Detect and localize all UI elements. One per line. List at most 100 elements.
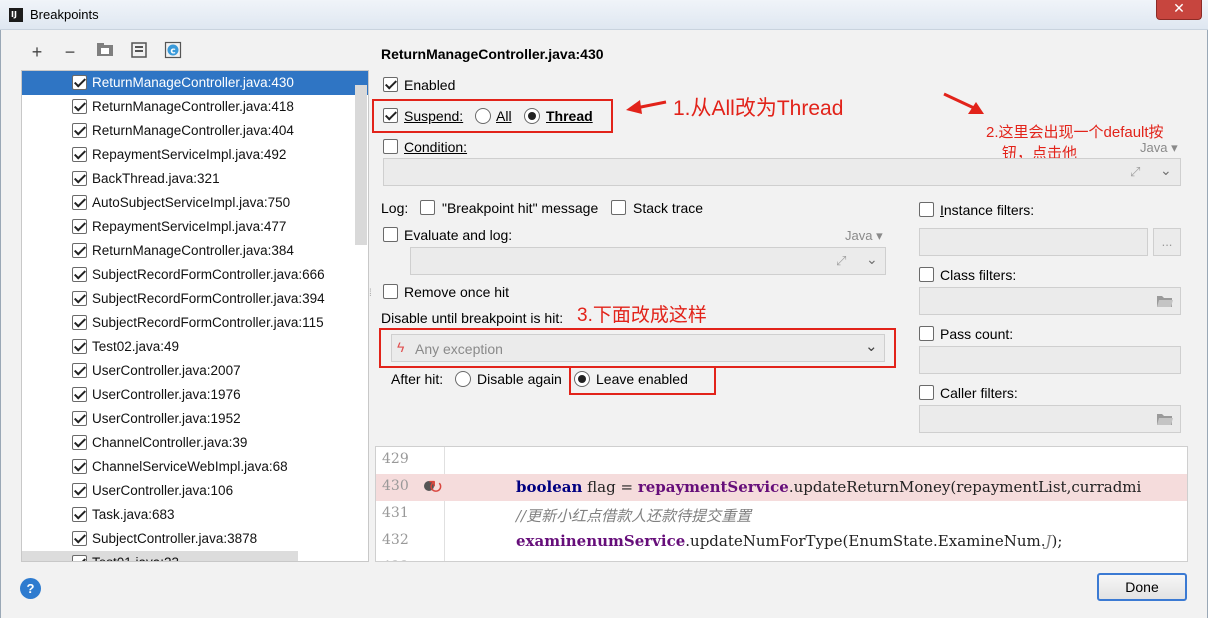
caller-filters-checkbox[interactable]	[919, 385, 934, 400]
code-token: .updateNumForType(EnumState.ExamineNum.	[685, 532, 1046, 550]
breakpoint-list-item[interactable]: RepaymentServiceImpl.java:492	[22, 143, 368, 167]
suspend-all-radio[interactable]	[475, 108, 491, 124]
breakpoint-list-item[interactable]: ReturnManageController.java:418	[22, 95, 368, 119]
breakpoint-list-item[interactable]: ChannelController.java:39	[22, 431, 368, 455]
breakpoint-list-item[interactable]: BackThread.java:321	[22, 167, 368, 191]
breakpoint-enabled-checkbox[interactable]	[72, 507, 87, 522]
instance-filters-checkbox[interactable]	[919, 202, 934, 217]
condition-input[interactable]	[383, 158, 1181, 186]
breakpoint-tree[interactable]: ReturnManageController.java:430 ReturnMan…	[21, 70, 369, 562]
caller-filters-folder-icon[interactable]	[1156, 412, 1174, 426]
breakpoint-enabled-checkbox[interactable]	[72, 75, 87, 90]
code-line: 431 //更新小红点借款人还款待提交重置	[376, 501, 1187, 528]
suspend-indicator-icon: ↻	[428, 477, 444, 498]
disable-until-chevron-down-icon[interactable]: ⌄	[865, 337, 878, 355]
help-button[interactable]: ?	[20, 578, 41, 599]
breakpoint-enabled-checkbox[interactable]	[72, 411, 87, 426]
evaluate-log-checkbox[interactable]	[383, 227, 398, 242]
breakpoint-enabled-checkbox[interactable]	[72, 555, 87, 561]
condition-history-chevron-icon[interactable]: ⌄	[1160, 162, 1172, 179]
enabled-label: Enabled	[404, 77, 456, 93]
splitter-handle[interactable]: ⁞	[369, 288, 372, 299]
breakpoint-list-item[interactable]: Task.java:683	[22, 503, 368, 527]
breakpoint-list-item[interactable]: UserController.java:106	[22, 479, 368, 503]
breakpoint-enabled-checkbox[interactable]	[72, 147, 87, 162]
group-by-package-icon[interactable]	[94, 41, 116, 63]
remove-breakpoint-button[interactable]: −	[59, 41, 81, 63]
breakpoint-enabled-checkbox[interactable]	[72, 291, 87, 306]
group-by-class-icon[interactable]: c	[162, 41, 184, 63]
disable-until-label: Disable until breakpoint is hit:	[381, 310, 564, 326]
breakpoint-list-item[interactable]: UserController.java:1952	[22, 407, 368, 431]
evaluate-log-input[interactable]	[410, 247, 886, 275]
instance-filters-browse-button[interactable]: ...	[1153, 228, 1181, 256]
suspend-thread-radio[interactable]	[524, 108, 540, 124]
log-message-label: "Breakpoint hit" message	[442, 200, 599, 216]
suspend-label: Suspend:	[404, 108, 464, 124]
instance-filters-label: Instance filters:	[940, 202, 1035, 218]
expand-condition-icon[interactable]: ⤢	[1130, 164, 1140, 180]
instance-filters-input[interactable]	[919, 228, 1148, 256]
remove-once-hit-checkbox[interactable]	[383, 284, 398, 299]
pass-count-checkbox[interactable]	[919, 326, 934, 341]
enabled-checkbox[interactable]	[383, 77, 398, 92]
annotation-3: 3.下面改成这样	[577, 305, 707, 326]
done-button[interactable]: Done	[1097, 573, 1187, 601]
breakpoint-enabled-checkbox[interactable]	[72, 195, 87, 210]
pass-count-input[interactable]	[919, 346, 1181, 374]
breakpoint-enabled-checkbox[interactable]	[72, 387, 87, 402]
code-token: //更新小红点借款人还款待提交重置	[516, 507, 752, 525]
leave-enabled-radio[interactable]	[574, 371, 590, 387]
breakpoint-enabled-checkbox[interactable]	[72, 363, 87, 378]
annotation-arrow-2	[943, 92, 984, 114]
suspend-checkbox[interactable]	[383, 108, 398, 123]
breakpoint-list-item[interactable]: Test02.java:49	[22, 335, 368, 359]
breakpoint-enabled-checkbox[interactable]	[72, 123, 87, 138]
breakpoint-enabled-checkbox[interactable]	[72, 315, 87, 330]
class-filters-checkbox[interactable]	[919, 267, 934, 282]
breakpoint-enabled-checkbox[interactable]	[72, 219, 87, 234]
condition-language-select[interactable]: Java ▾	[1140, 140, 1178, 156]
breakpoint-enabled-checkbox[interactable]	[72, 339, 87, 354]
tree-scrollbar[interactable]	[355, 85, 367, 245]
breakpoint-enabled-checkbox[interactable]	[72, 171, 87, 186]
log-message-checkbox[interactable]	[420, 200, 435, 215]
breakpoint-list-item[interactable]: UserController.java:2007	[22, 359, 368, 383]
stack-trace-label: Stack trace	[633, 200, 704, 216]
breakpoint-list-item[interactable]: SubjectRecordFormController.java:666	[22, 263, 368, 287]
caller-filters-input[interactable]	[919, 405, 1181, 433]
evaluate-history-chevron-icon[interactable]: ⌄	[866, 251, 878, 268]
breakpoint-list-item[interactable]: UserController.java:1976	[22, 383, 368, 407]
stack-trace-checkbox[interactable]	[611, 200, 626, 215]
add-breakpoint-button[interactable]: +	[26, 41, 48, 63]
breakpoint-list-item[interactable]: ReturnManageController.java:384	[22, 239, 368, 263]
breakpoint-list-item[interactable]: Test01.java:23	[22, 551, 298, 561]
class-filters-input[interactable]	[919, 287, 1181, 315]
breakpoint-list-item[interactable]: ReturnManageController.java:430	[22, 71, 368, 95]
breakpoint-list-item[interactable]: AutoSubjectServiceImpl.java:750	[22, 191, 368, 215]
breakpoint-list-item[interactable]: ChannelServiceWebImpl.java:68	[22, 455, 368, 479]
class-filters-folder-icon[interactable]	[1156, 294, 1174, 308]
group-by-file-icon[interactable]	[128, 41, 150, 63]
breakpoint-list-item[interactable]: SubjectController.java:3878	[22, 527, 368, 551]
breakpoint-enabled-checkbox[interactable]	[72, 531, 87, 546]
disable-again-radio[interactable]	[455, 371, 471, 387]
breakpoint-enabled-checkbox[interactable]	[72, 483, 87, 498]
breakpoint-enabled-checkbox[interactable]	[72, 435, 87, 450]
close-window-button[interactable]: ✕	[1156, 0, 1202, 20]
breakpoint-enabled-checkbox[interactable]	[72, 243, 87, 258]
breakpoint-list-item[interactable]: ReturnManageController.java:404	[22, 119, 368, 143]
breakpoint-enabled-checkbox[interactable]	[72, 99, 87, 114]
suspend-thread-label: Thread	[546, 108, 593, 124]
condition-checkbox[interactable]	[383, 139, 398, 154]
code-preview[interactable]: 429 430 boolean flag = repaymentService.up…	[375, 446, 1188, 562]
breakpoint-enabled-checkbox[interactable]	[72, 267, 87, 282]
code-line: 430 boolean flag = repaymentService.updat…	[376, 474, 1187, 501]
expand-evaluate-icon[interactable]: ⤢	[836, 253, 846, 269]
breakpoint-label: RepaymentServiceImpl.java:477	[92, 219, 287, 234]
evaluate-language-select[interactable]: Java ▾	[845, 228, 883, 244]
breakpoint-list-item[interactable]: SubjectRecordFormController.java:394	[22, 287, 368, 311]
breakpoint-list-item[interactable]: SubjectRecordFormController.java:115	[22, 311, 368, 335]
breakpoint-enabled-checkbox[interactable]	[72, 459, 87, 474]
breakpoint-list-item[interactable]: RepaymentServiceImpl.java:477	[22, 215, 368, 239]
